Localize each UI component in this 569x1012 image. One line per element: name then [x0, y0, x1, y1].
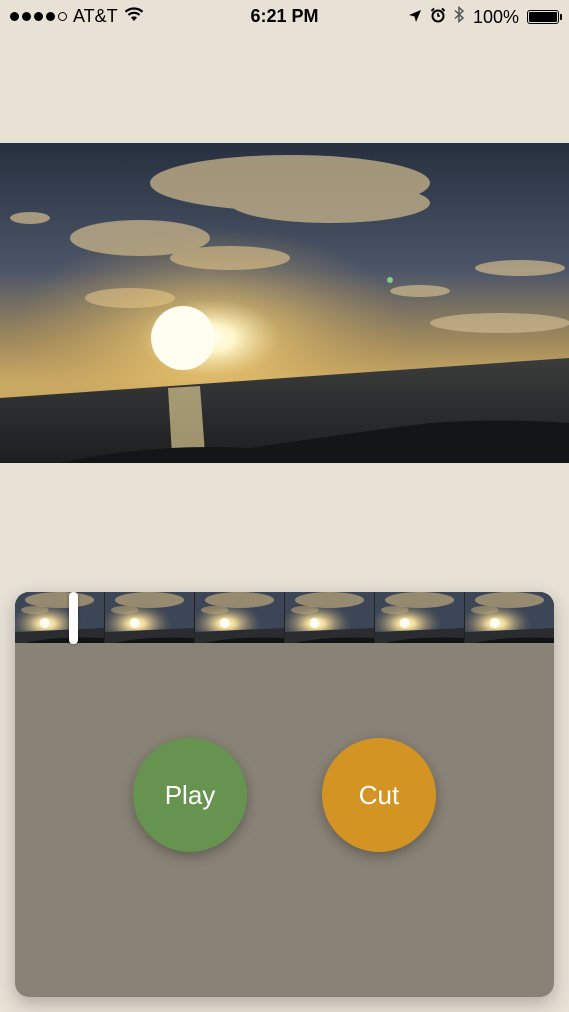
- timeline-thumbnail: [15, 592, 105, 643]
- play-button-label: Play: [164, 779, 216, 810]
- battery-icon: [527, 10, 562, 24]
- timeline-thumbnail: [195, 592, 285, 643]
- timeline-filmstrip[interactable]: [15, 592, 554, 643]
- alarm-icon: [430, 7, 446, 28]
- timeline-thumbnail: [375, 592, 465, 643]
- location-arrow-icon: [408, 7, 422, 28]
- video-preview[interactable]: [0, 143, 569, 463]
- timeline-thumbnail: [285, 592, 375, 643]
- bluetooth-icon: [454, 5, 465, 28]
- timeline-thumbnail: [105, 592, 195, 643]
- status-right: 100%: [408, 5, 562, 28]
- battery-level: [529, 12, 557, 22]
- status-bar: AT&T 6:21 PM 100%: [0, 0, 569, 34]
- playhead-handle[interactable]: [68, 592, 78, 644]
- cut-button[interactable]: Cut: [322, 738, 436, 852]
- timeline-thumbnail: [465, 592, 554, 643]
- play-button[interactable]: Play: [133, 738, 247, 852]
- sunset-video-frame: [0, 143, 569, 463]
- cut-button-label: Cut: [358, 779, 400, 810]
- battery-percent: 100%: [472, 6, 519, 27]
- editor-panel: Play Cut: [15, 592, 554, 997]
